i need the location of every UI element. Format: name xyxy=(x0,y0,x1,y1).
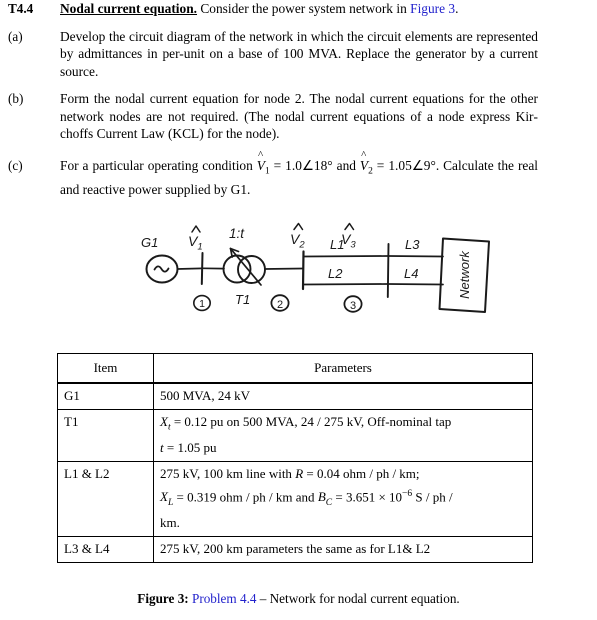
l1l2-resistance-line: 275 kV, 100 km line with R = 0.04 ohm / … xyxy=(160,465,526,483)
problem-intro: Nodal current equation. Consider the pow… xyxy=(60,0,538,18)
l1l2-bc-symbol: B xyxy=(317,488,326,504)
part-c-text-before: For a particular operating condition xyxy=(60,157,257,173)
part-c-eq2: = xyxy=(372,157,389,173)
t1-reactance-line: Xt = 0.12 pu on 500 MVA, 24 / 275 kV, Of… xyxy=(160,413,526,437)
row-item-l1-l2: L1 & L2 xyxy=(57,460,154,537)
column-header-item: Item xyxy=(57,353,154,384)
problem-intro-text-2: . xyxy=(455,1,459,16)
generator-sine-icon xyxy=(153,265,170,273)
figure-node-1-label: 1 xyxy=(199,298,205,310)
network-diagram: G1 V1 1:t T1 V2 V3 L1 L2 L3 L4 1 2 3 Net… xyxy=(0,205,597,340)
table-row: L3 & L4 275 kV, 200 km parameters the sa… xyxy=(57,535,533,563)
table-header-row: Item Parameters xyxy=(57,353,533,384)
part-c-text: For a particular operating condition ^ V 1… xyxy=(60,149,538,199)
problem-part-a-row: (a) Develop the circuit diagram of the n… xyxy=(0,28,597,81)
problem-part-b-row: (b) Form the nodal current equation for … xyxy=(0,90,597,143)
line-l3-wire xyxy=(387,255,444,258)
v2-value: 1.05∠9° xyxy=(388,157,436,173)
column-header-parameters: Parameters xyxy=(153,353,533,384)
problem-title: Nodal current equation. xyxy=(60,1,198,16)
transformer-winding-1-icon xyxy=(222,254,252,284)
t1-t-symbol: t xyxy=(160,439,164,455)
t1-tap-value: = 1.05 pu xyxy=(163,439,217,455)
v1-hat-accent-icon xyxy=(191,225,201,233)
problem-intro-text-1: Consider the power system network in xyxy=(197,1,411,16)
table-row: L1 & L2 275 kV, 100 km line with R = 0.0… xyxy=(57,460,533,537)
problem-number: T4.4 xyxy=(8,1,34,16)
l1l2-r-symbol: R xyxy=(295,465,304,481)
figure-3-link[interactable]: Figure 3 xyxy=(410,1,455,16)
transformer-to-bus2-wire xyxy=(264,267,304,270)
l1l2-susceptance-units: S / ph / xyxy=(412,488,453,504)
l1l2-reactance-value: = 0.319 ohm / ph / km and xyxy=(173,488,318,504)
figure-network-box-label: Network xyxy=(457,250,472,299)
gen-to-bus1-wire xyxy=(176,267,203,270)
problem-text-block: T4.4 Nodal current equation. Consider th… xyxy=(0,0,597,208)
l1l2-susceptance-value: = 3.651 × 10 xyxy=(332,488,403,504)
row-item-t1: T1 xyxy=(57,409,154,462)
figure-line-l2-label: L2 xyxy=(328,266,343,281)
transformer-winding-2-icon xyxy=(237,255,266,284)
part-c-joiner: and xyxy=(332,157,360,173)
t1-reactance-value: = 0.12 pu on 500 MVA, 24 / 275 kV, Off-n… xyxy=(170,414,452,429)
v1-hat-accent: ^ xyxy=(258,148,264,161)
line-l1-wire xyxy=(302,255,389,258)
line-l4-wire xyxy=(387,283,444,286)
line-l2-wire xyxy=(302,283,389,286)
v1-phasor-symbol: ^ V xyxy=(257,149,265,175)
figure-line-l1-label: L1 xyxy=(330,237,344,252)
caption-rest: – Network for nodal current equation. xyxy=(256,591,460,606)
figure-node-2-label: 2 xyxy=(277,299,283,311)
v1-value: 1.0∠18° xyxy=(285,157,333,173)
problem-heading-row: T4.4 Nodal current equation. Consider th… xyxy=(0,0,597,18)
part-b-label: (b) xyxy=(8,91,24,106)
figure-line-l4-label: L4 xyxy=(404,266,418,281)
row-params-l3-l4: 275 kV, 200 km parameters the same as fo… xyxy=(153,535,533,563)
part-a-text: Develop the circuit diagram of the netwo… xyxy=(60,28,538,79)
figure-generator-label: G1 xyxy=(141,235,158,250)
l3l4-params-line: 275 kV, 200 km parameters the same as fo… xyxy=(160,540,431,556)
row-item-g1: G1 xyxy=(57,382,154,410)
problem-part-c-row: (c) For a particular operating condition… xyxy=(0,149,597,199)
figure-tap-ratio-label: 1:t xyxy=(229,226,245,241)
l1l2-units-continuation: km. xyxy=(160,514,180,530)
l1l2-xl-symbol: X xyxy=(160,488,168,504)
figure-node-3-label: 3 xyxy=(350,300,356,312)
part-c-label: (c) xyxy=(8,157,23,173)
row-params-t1: Xt = 0.12 pu on 500 MVA, 24 / 275 kV, Of… xyxy=(153,409,533,462)
row-item-l3-l4: L3 & L4 xyxy=(57,535,154,563)
figure-caption: Figure 3: Problem 4.4 – Network for noda… xyxy=(0,591,597,607)
part-b-text: Form the nodal current equation for node… xyxy=(60,91,538,141)
figure-v2-label: V2 xyxy=(290,231,305,251)
v2-phasor-symbol: ^ V xyxy=(360,149,368,175)
figure-transformer-label: T1 xyxy=(235,292,250,307)
network-diagram-svg: G1 V1 1:t T1 V2 V3 L1 L2 L3 L4 1 2 3 Net… xyxy=(141,222,490,313)
caption-figure-label: Figure 3: xyxy=(137,591,189,606)
part-a-label: (a) xyxy=(8,28,23,44)
row-params-g1: 500 MVA, 24 kV xyxy=(153,382,533,410)
t1-xt-symbol: X xyxy=(160,414,168,429)
part-c-eq1: = xyxy=(269,157,286,173)
g1-params-line: 500 MVA, 24 kV xyxy=(160,388,251,403)
t1-tap-line: t = 1.05 pu xyxy=(160,439,526,457)
figure-line-l3-label: L3 xyxy=(405,237,420,252)
v2-hat-accent-icon xyxy=(293,222,304,231)
v3-hat-accent-icon xyxy=(344,222,355,231)
caption-problem-link[interactable]: Problem 4.4 xyxy=(189,591,256,606)
l1l2-reactance-susceptance-line: XL = 0.319 ohm / ph / km and BC = 3.651 … xyxy=(160,485,526,512)
table-row: T1 Xt = 0.12 pu on 500 MVA, 24 / 275 kV,… xyxy=(57,409,533,462)
l1l2-line-prefix: 275 kV, 100 km line with xyxy=(160,465,296,481)
l1l2-resistance-value: = 0.04 ohm / ph / km; xyxy=(303,465,420,481)
v2-hat-accent: ^ xyxy=(361,148,367,161)
row-params-l1-l2: 275 kV, 100 km line with R = 0.04 ohm / … xyxy=(153,460,533,537)
parameters-table: Item Parameters G1 500 MVA, 24 kV T1 Xt … xyxy=(57,353,533,563)
bus3-tick xyxy=(386,243,390,298)
figure-v1-label: V1 xyxy=(188,233,203,253)
table-row: G1 500 MVA, 24 kV xyxy=(57,382,533,410)
l1l2-susceptance-exponent: −6 xyxy=(402,488,413,499)
